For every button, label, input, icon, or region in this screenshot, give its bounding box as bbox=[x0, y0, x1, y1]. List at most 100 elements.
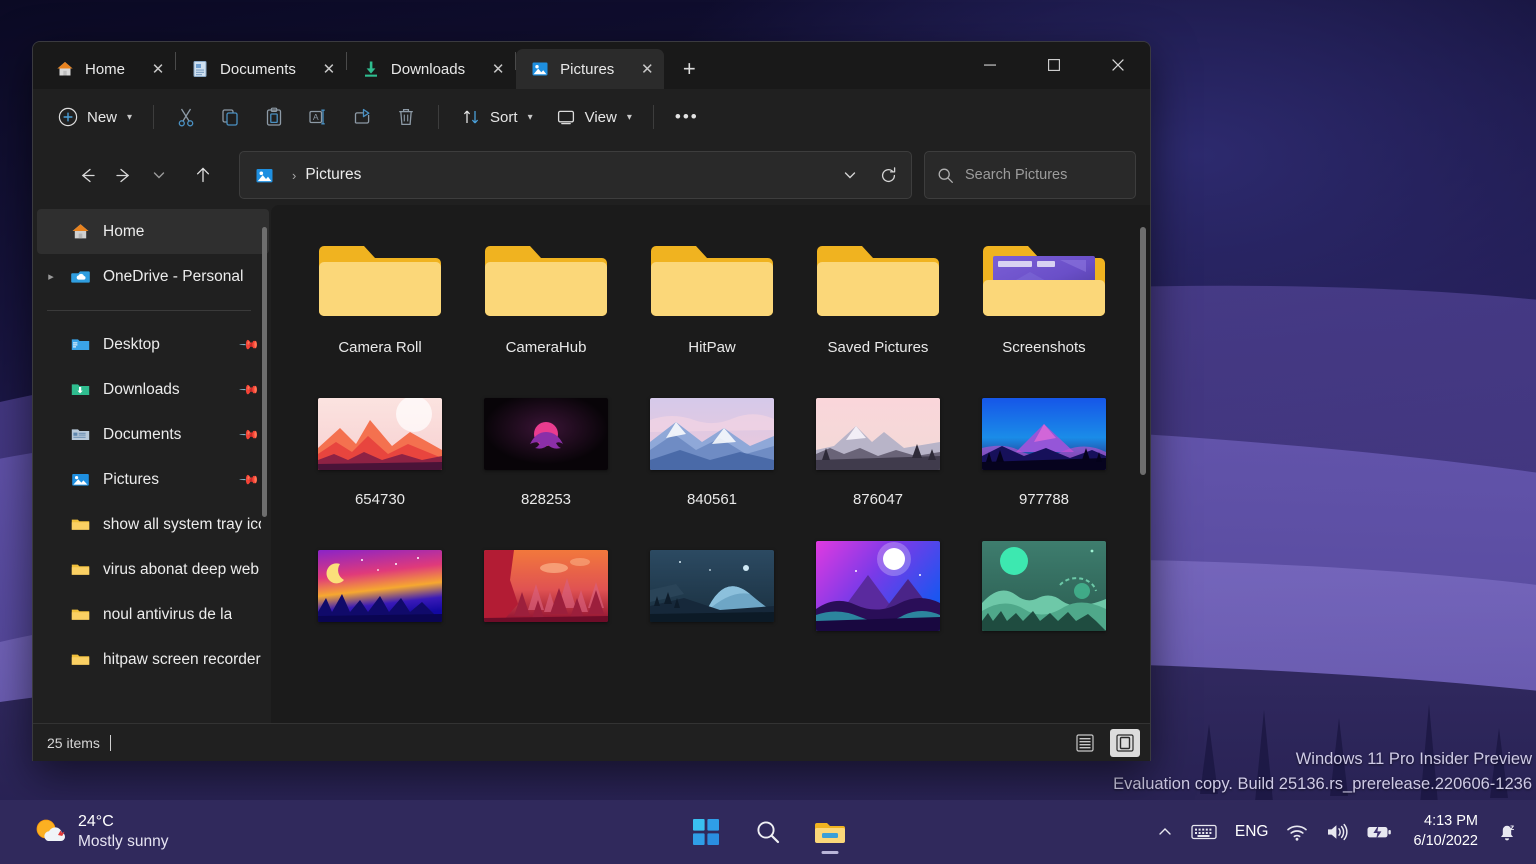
address-dropdown-button[interactable] bbox=[831, 156, 869, 194]
grid-item-green-teal-arch[interactable] bbox=[961, 525, 1127, 677]
sidebar-item-onedrive[interactable]: ▸ OneDrive - Personal bbox=[37, 254, 269, 299]
tab-pictures[interactable]: Pictures ✕ bbox=[516, 49, 665, 89]
delete-button[interactable] bbox=[385, 98, 427, 136]
grid-item-saved-pictures[interactable]: Saved Pictures bbox=[795, 221, 961, 373]
sidebar-item-desktop[interactable]: Desktop 📌 bbox=[37, 322, 269, 367]
recent-locations-button[interactable] bbox=[141, 157, 177, 193]
grid-item-840561[interactable]: 840561 bbox=[629, 373, 795, 525]
grid-item-blue-dome-night[interactable] bbox=[629, 525, 795, 677]
close-button[interactable] bbox=[1086, 42, 1150, 88]
file-explorer-button[interactable] bbox=[806, 808, 854, 856]
view-button-label: View bbox=[584, 108, 617, 126]
refresh-button[interactable] bbox=[869, 156, 907, 194]
navigation-scrollbar[interactable] bbox=[262, 227, 267, 517]
sidebar-item-show-all-system-tray-icons[interactable]: show all system tray icons bbox=[37, 502, 269, 547]
documents-folder-icon bbox=[65, 424, 95, 445]
clock-time: 4:13 PM bbox=[1424, 813, 1478, 830]
running-indicator bbox=[821, 851, 839, 854]
copy-button[interactable] bbox=[209, 98, 251, 136]
toolbar-divider bbox=[153, 105, 155, 129]
volume-icon[interactable] bbox=[1317, 810, 1357, 854]
share-button[interactable] bbox=[341, 98, 383, 136]
sort-button[interactable]: Sort ▾ bbox=[450, 98, 543, 136]
forward-button[interactable] bbox=[105, 157, 141, 193]
search-button[interactable] bbox=[744, 808, 792, 856]
toolbar-divider bbox=[652, 105, 654, 129]
close-icon[interactable]: ✕ bbox=[145, 56, 171, 82]
list-view-icon[interactable] bbox=[1070, 729, 1100, 757]
close-icon[interactable]: ✕ bbox=[634, 56, 660, 82]
command-bar: New ▾ A Sort ▾ View ▾ ••• bbox=[33, 89, 1150, 145]
view-button[interactable]: View ▾ bbox=[545, 98, 642, 136]
grid-item-hitpaw[interactable]: HitPaw bbox=[629, 221, 795, 373]
cut-button[interactable] bbox=[165, 98, 207, 136]
pin-icon[interactable]: 📌 bbox=[238, 468, 260, 491]
grid-item-purple-pyramids-moon[interactable] bbox=[795, 525, 961, 677]
onedrive-icon bbox=[65, 266, 95, 287]
grid-item-label: Screenshots bbox=[1002, 339, 1086, 356]
item-count-label: 25 items bbox=[47, 734, 100, 751]
grid-item-654730[interactable]: 654730 bbox=[297, 373, 463, 525]
wifi-icon[interactable] bbox=[1277, 810, 1317, 854]
chevron-right-icon[interactable]: ▸ bbox=[37, 270, 65, 283]
new-tab-button[interactable]: + bbox=[672, 52, 706, 86]
grid-view-icon[interactable] bbox=[1110, 728, 1140, 757]
grid-item-red-canyon-pines[interactable] bbox=[463, 525, 629, 677]
back-button[interactable] bbox=[69, 157, 105, 193]
tab-home[interactable]: Home ✕ bbox=[41, 49, 175, 89]
paste-button[interactable] bbox=[253, 98, 295, 136]
search-icon bbox=[755, 819, 781, 845]
clock[interactable]: 4:13 PM 6/10/2022 bbox=[1401, 812, 1486, 851]
chevron-down-icon: ▾ bbox=[626, 111, 632, 123]
folder-icon bbox=[463, 229, 629, 335]
grid-item-screenshots[interactable]: Screenshots bbox=[961, 221, 1127, 373]
image-thumbnail bbox=[961, 533, 1127, 639]
grid-item-camera-roll[interactable]: Camera Roll bbox=[297, 221, 463, 373]
chevron-down-icon: ▾ bbox=[527, 111, 533, 123]
maximize-button[interactable] bbox=[1022, 42, 1086, 88]
grid-item-label: Camera Roll bbox=[338, 339, 422, 356]
minimize-button[interactable] bbox=[958, 42, 1022, 88]
sidebar-item-downloads[interactable]: Downloads 📌 bbox=[37, 367, 269, 412]
up-button[interactable] bbox=[185, 157, 221, 193]
keyboard-icon[interactable] bbox=[1182, 810, 1226, 854]
language-indicator[interactable]: ENG bbox=[1226, 810, 1278, 854]
sidebar-item-noul-antivirus-de-la[interactable]: noul antivirus de la bbox=[37, 592, 269, 637]
content-scrollbar[interactable] bbox=[1140, 227, 1146, 475]
tab-documents[interactable]: Documents ✕ bbox=[176, 49, 346, 89]
weather-condition: Mostly sunny bbox=[78, 833, 169, 851]
sidebar-item-pictures[interactable]: Pictures 📌 bbox=[37, 457, 269, 502]
weather-widget[interactable]: 24°C Mostly sunny bbox=[22, 807, 178, 858]
address-bar[interactable]: › Pictures bbox=[239, 151, 912, 199]
grid-item-label: CameraHub bbox=[505, 339, 587, 356]
grid-item-977788[interactable]: 977788 bbox=[961, 373, 1127, 525]
grid-item-876047[interactable]: 876047 bbox=[795, 373, 961, 525]
search-box[interactable] bbox=[924, 151, 1136, 199]
folder-icon bbox=[65, 604, 95, 625]
grid-item-sunset-forest-moon[interactable] bbox=[297, 525, 463, 677]
rename-button[interactable]: A bbox=[297, 98, 339, 136]
svg-text:z: z bbox=[1510, 822, 1514, 832]
pin-icon[interactable]: 📌 bbox=[238, 423, 260, 446]
close-icon[interactable]: ✕ bbox=[485, 56, 511, 82]
new-button-label: New bbox=[87, 108, 118, 126]
close-icon[interactable]: ✕ bbox=[316, 56, 342, 82]
grid-item-828253[interactable]: 828253 bbox=[463, 373, 629, 525]
pin-icon[interactable]: 📌 bbox=[238, 378, 260, 401]
image-thumbnail bbox=[463, 533, 629, 639]
pin-icon[interactable]: 📌 bbox=[238, 333, 260, 356]
new-button[interactable]: New ▾ bbox=[47, 98, 142, 136]
grid-item-camerahub[interactable]: CameraHub bbox=[463, 221, 629, 373]
sidebar-item-documents[interactable]: Documents 📌 bbox=[37, 412, 269, 457]
battery-charging-icon[interactable] bbox=[1357, 810, 1401, 854]
sidebar-item-home[interactable]: Home bbox=[37, 209, 269, 254]
search-input[interactable] bbox=[965, 167, 1123, 183]
notification-bell-dnd-icon[interactable]: z bbox=[1486, 810, 1528, 854]
pictures-folder-icon bbox=[530, 59, 550, 79]
tab-downloads[interactable]: Downloads ✕ bbox=[347, 49, 515, 89]
tray-overflow-button[interactable] bbox=[1148, 810, 1182, 854]
sidebar-item-hitpaw-screen-recorder[interactable]: hitpaw screen recorder bbox=[37, 637, 269, 682]
more-options-button[interactable]: ••• bbox=[665, 98, 709, 136]
sidebar-item-virus-abonat-deep-web[interactable]: virus abonat deep web bbox=[37, 547, 269, 592]
start-button[interactable] bbox=[682, 808, 730, 856]
